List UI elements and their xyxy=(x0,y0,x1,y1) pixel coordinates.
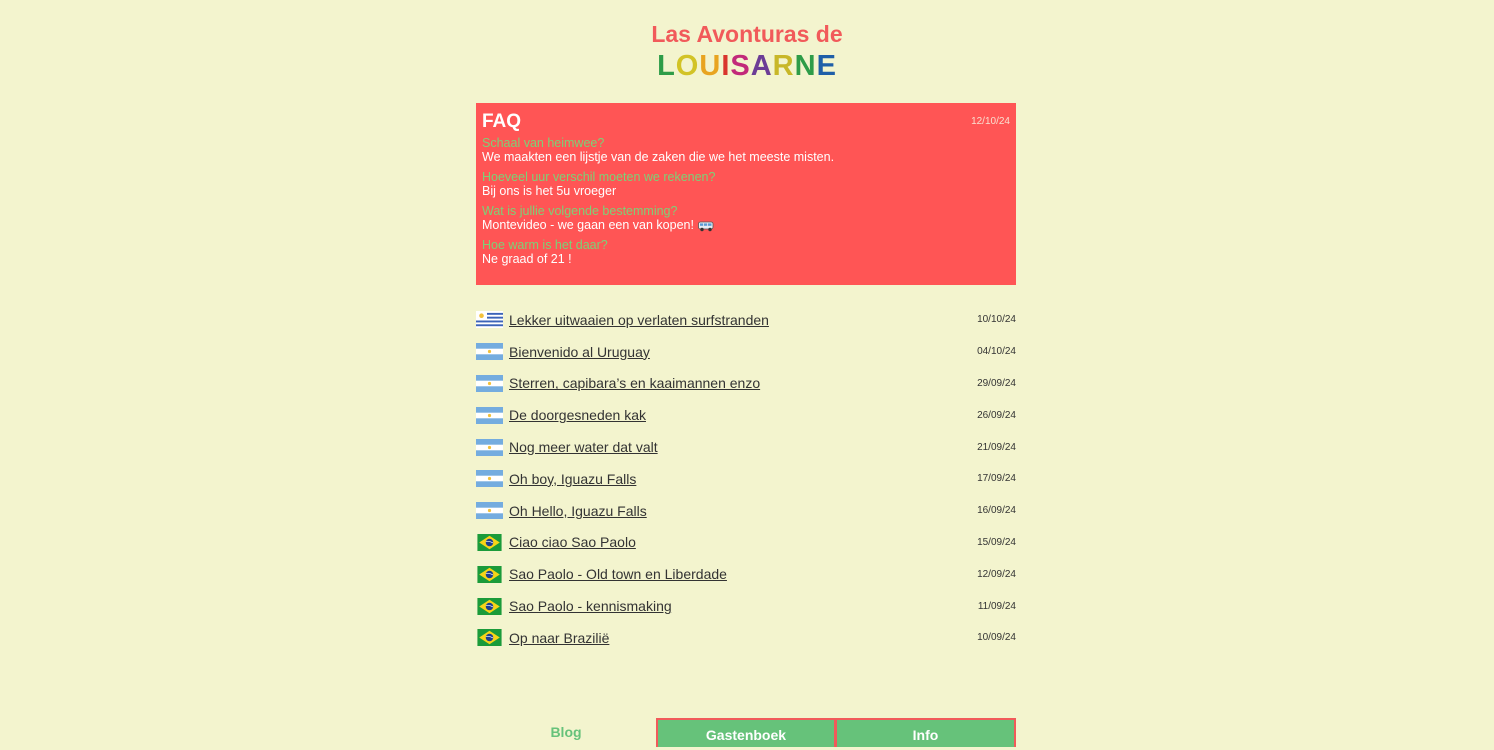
list-item: Sao Paolo - Old town en Liberdade 12/09/… xyxy=(476,558,1016,590)
post-date: 26/09/24 xyxy=(977,409,1016,421)
logo-letter: R xyxy=(772,50,795,82)
post-link[interactable]: Lekker uitwaaien op verlaten surfstrande… xyxy=(509,312,769,328)
faq-card: FAQ 12/10/24 Schaal van heimwee? We maak… xyxy=(476,103,1016,285)
faq-answer-text: Montevideo - we gaan een van kopen! xyxy=(482,218,694,232)
logo-letter: N xyxy=(794,50,817,82)
faq-item: Wat is jullie volgende bestemming? Monte… xyxy=(482,204,1010,233)
post-link[interactable]: Oh boy, Iguazu Falls xyxy=(509,471,636,487)
faq-item: Schaal van heimwee? We maakten een lijst… xyxy=(482,136,1010,165)
logo-letter: U xyxy=(699,50,722,82)
logo-letter: L xyxy=(657,50,676,82)
faq-item: Hoe warm is het daar? Ne graad of 21 ! xyxy=(482,238,1010,267)
post-date: 11/09/24 xyxy=(977,600,1016,612)
post-link[interactable]: Sao Paolo - Old town en Liberdade xyxy=(509,566,727,582)
list-item: Bienvenido al Uruguay 04/10/24 xyxy=(476,336,1016,368)
site-subtitle: Las Avonturas de xyxy=(651,21,843,47)
list-item: Sterren, capibara’s en kaaimannen enzo 2… xyxy=(476,368,1016,400)
list-item: Sao Paolo - kennismaking 11/09/24 xyxy=(476,590,1016,622)
post-link[interactable]: Op naar Brazilië xyxy=(509,630,609,646)
post-date: 21/09/24 xyxy=(977,441,1016,453)
list-item: Oh boy, Iguazu Falls 17/09/24 xyxy=(476,463,1016,495)
faq-answer: Bij ons is het 5u vroeger xyxy=(482,184,617,198)
post-link[interactable]: Sterren, capibara’s en kaaimannen enzo xyxy=(509,375,760,391)
list-item: De doorgesneden kak 26/09/24 xyxy=(476,399,1016,431)
bottom-nav: Blog Gastenboek Info xyxy=(476,718,1016,747)
logo-letter: E xyxy=(816,50,837,82)
faq-answer: Montevideo - we gaan een van kopen! xyxy=(482,218,1010,233)
argentina-flag-icon xyxy=(476,374,503,392)
faq-answer: Ne graad of 21 ! xyxy=(482,252,572,266)
site-logo[interactable]: LOUISARNE xyxy=(0,49,1494,83)
faq-answer: We maakten een lijstje van de zaken die … xyxy=(482,150,835,164)
brazil-flag-icon xyxy=(477,533,502,551)
faq-title: FAQ xyxy=(482,111,522,132)
post-link[interactable]: Oh Hello, Iguazu Falls xyxy=(509,503,647,519)
logo-letter: S xyxy=(730,50,751,82)
post-date: 16/09/24 xyxy=(977,505,1016,517)
list-item: Op naar Brazilië 10/09/24 xyxy=(476,622,1016,654)
brazil-flag-icon xyxy=(477,629,502,647)
argentina-flag-icon xyxy=(476,343,503,361)
faq-date: 12/10/24 xyxy=(971,116,1010,127)
post-link[interactable]: Sao Paolo - kennismaking xyxy=(509,598,672,614)
van-icon xyxy=(698,221,714,231)
logo-letter: O xyxy=(675,50,700,82)
nav-tab-blog[interactable]: Blog xyxy=(476,718,656,747)
site-header: Las Avonturas de LOUISARNE xyxy=(0,20,1494,83)
post-link[interactable]: De doorgesneden kak xyxy=(509,407,646,423)
uruguay-flag-icon xyxy=(476,311,503,329)
argentina-flag-icon xyxy=(476,502,503,520)
faq-item: Hoeveel uur verschil moeten we rekenen? … xyxy=(482,170,1010,199)
faq-question: Wat is jullie volgende bestemming? xyxy=(482,204,678,218)
post-date: 12/09/24 xyxy=(977,568,1016,580)
faq-question: Hoeveel uur verschil moeten we rekenen? xyxy=(482,170,716,184)
brazil-flag-icon xyxy=(477,565,502,583)
post-link[interactable]: Ciao ciao Sao Paolo xyxy=(509,534,636,550)
nav-tab-guestbook[interactable]: Gastenboek xyxy=(656,718,836,747)
post-date: 04/10/24 xyxy=(977,346,1016,358)
post-date: 15/09/24 xyxy=(977,536,1016,548)
faq-question: Hoe warm is het daar? xyxy=(482,238,608,252)
list-item: Oh Hello, Iguazu Falls 16/09/24 xyxy=(476,495,1016,527)
list-item: Lekker uitwaaien op verlaten surfstrande… xyxy=(476,304,1016,336)
logo-letter: I xyxy=(721,50,731,82)
post-date: 10/09/24 xyxy=(977,632,1016,644)
post-date: 17/09/24 xyxy=(977,473,1016,485)
post-link[interactable]: Bienvenido al Uruguay xyxy=(509,344,650,360)
post-date: 10/10/24 xyxy=(977,314,1016,326)
post-list: Lekker uitwaaien op verlaten surfstrande… xyxy=(476,304,1016,654)
nav-tab-info[interactable]: Info xyxy=(836,718,1016,747)
argentina-flag-icon xyxy=(476,406,503,424)
logo-letter: A xyxy=(750,50,773,82)
post-link[interactable]: Nog meer water dat valt xyxy=(509,439,658,455)
brazil-flag-icon xyxy=(477,597,502,615)
post-date: 29/09/24 xyxy=(977,377,1016,389)
list-item: Nog meer water dat valt 21/09/24 xyxy=(476,431,1016,463)
argentina-flag-icon xyxy=(476,470,503,488)
list-item: Ciao ciao Sao Paolo 15/09/24 xyxy=(476,527,1016,559)
faq-question: Schaal van heimwee? xyxy=(482,136,605,150)
argentina-flag-icon xyxy=(476,438,503,456)
